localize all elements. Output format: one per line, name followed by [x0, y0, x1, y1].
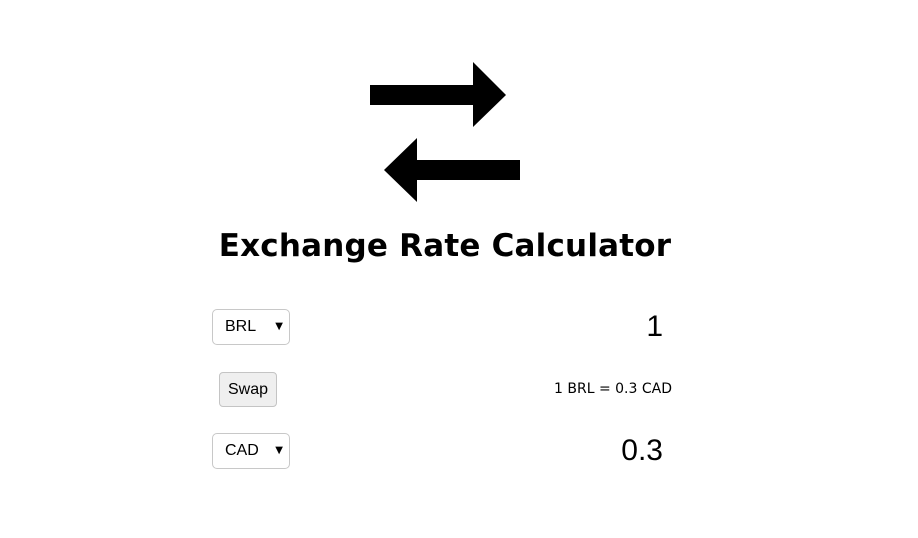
- page: Exchange Rate Calculator BRL ▼ 1 Swap 1 …: [0, 0, 918, 538]
- swap-arrows-icon: [370, 62, 520, 202]
- from-currency-value: BRL: [225, 318, 257, 335]
- exchange-rate-text: 1 BRL = 0.3 CAD: [554, 381, 672, 397]
- chevron-down-icon: ▼: [275, 445, 283, 456]
- chevron-down-icon: ▼: [275, 321, 283, 332]
- swap-button[interactable]: Swap: [219, 372, 277, 407]
- to-currency-select[interactable]: CAD ▼: [212, 433, 290, 469]
- page-title: Exchange Rate Calculator: [218, 228, 672, 264]
- left-arrow-shape: [384, 138, 520, 202]
- to-amount-input[interactable]: 0.3: [463, 434, 663, 468]
- from-amount-input[interactable]: 1: [463, 310, 663, 344]
- right-arrow-shape: [370, 62, 506, 127]
- to-currency-value: CAD: [225, 442, 259, 459]
- from-currency-select[interactable]: BRL ▼: [212, 309, 290, 345]
